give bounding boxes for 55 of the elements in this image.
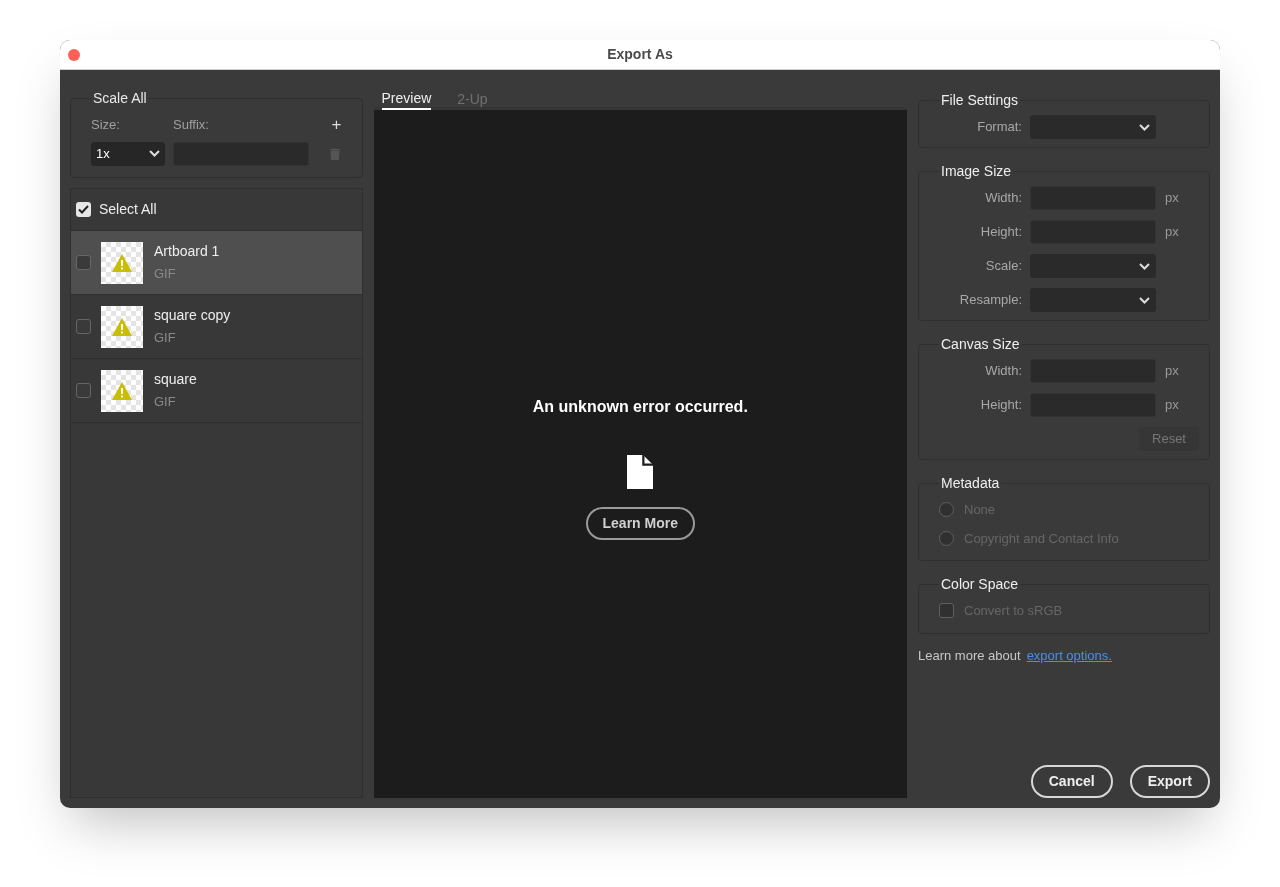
asset-name: square copy <box>154 306 231 326</box>
asset-name: Artboard 1 <box>154 242 220 262</box>
chevron-icon <box>1139 262 1150 270</box>
unit-label: px <box>1165 362 1179 381</box>
field-label: Resample: <box>958 291 1022 310</box>
group-title: Color Space <box>940 575 1020 594</box>
field-label: Scale: <box>984 257 1022 276</box>
group-title: Image Size <box>940 162 1013 181</box>
asset-checkbox[interactable] <box>76 255 91 270</box>
group-title: Scale All <box>92 89 148 108</box>
learn-more-button[interactable]: Learn More <box>585 507 695 540</box>
asset-checkbox[interactable] <box>76 383 91 398</box>
export-options-link[interactable]: export options. <box>1026 645 1112 665</box>
size-label: Size: <box>91 116 121 134</box>
field-label: Format: <box>976 118 1022 137</box>
window-title: Export As <box>607 45 673 64</box>
field-label: Width: <box>984 362 1022 381</box>
unit-label: px <box>1165 223 1179 242</box>
size-dropdown[interactable]: 1x <box>91 141 165 166</box>
asset-name: square <box>154 370 197 390</box>
warning-icon <box>112 381 132 400</box>
asset-format: GIF <box>154 329 177 348</box>
asset-format: GIF <box>154 265 177 284</box>
warning-icon <box>112 253 132 272</box>
asset-row[interactable]: square GIF <box>71 359 362 423</box>
dropdown[interactable] <box>1030 288 1156 312</box>
dropdown[interactable] <box>1030 115 1156 139</box>
trash-icon[interactable] <box>329 147 340 160</box>
chevron-icon <box>1139 296 1150 304</box>
chevron-icon <box>1139 123 1150 131</box>
dropdown[interactable] <box>1030 254 1156 278</box>
dialog-button[interactable]: Export <box>1129 765 1210 798</box>
asset-row[interactable]: square copy GIF <box>71 295 362 359</box>
warning-icon <box>112 317 132 336</box>
add-button[interactable]: + <box>331 116 342 134</box>
select-all-checkbox[interactable] <box>76 202 91 217</box>
close-button[interactable] <box>68 49 80 61</box>
field-label: Height: <box>979 223 1022 242</box>
field-label: Height: <box>979 396 1022 415</box>
suffix-label: Suffix: <box>173 116 209 134</box>
field-label: Width: <box>984 189 1022 208</box>
error-message: An unknown error occurred. <box>532 397 748 417</box>
group-title: Metadata <box>940 474 1001 493</box>
learn-more-text: Learn more about <box>918 646 1021 665</box>
asset-checkbox[interactable] <box>76 319 91 334</box>
group-title: File Settings <box>940 91 1020 110</box>
group-title: Canvas Size <box>940 335 1021 354</box>
select-all-label: Select All <box>99 200 157 219</box>
asset-format: GIF <box>154 393 177 412</box>
dialog-button[interactable]: Cancel <box>1030 765 1113 798</box>
asset-row[interactable]: Artboard 1 GIF <box>71 231 362 295</box>
unit-label: px <box>1165 189 1179 208</box>
unit-label: px <box>1165 396 1179 415</box>
chevron-icon <box>149 150 160 157</box>
document-icon <box>627 455 654 489</box>
